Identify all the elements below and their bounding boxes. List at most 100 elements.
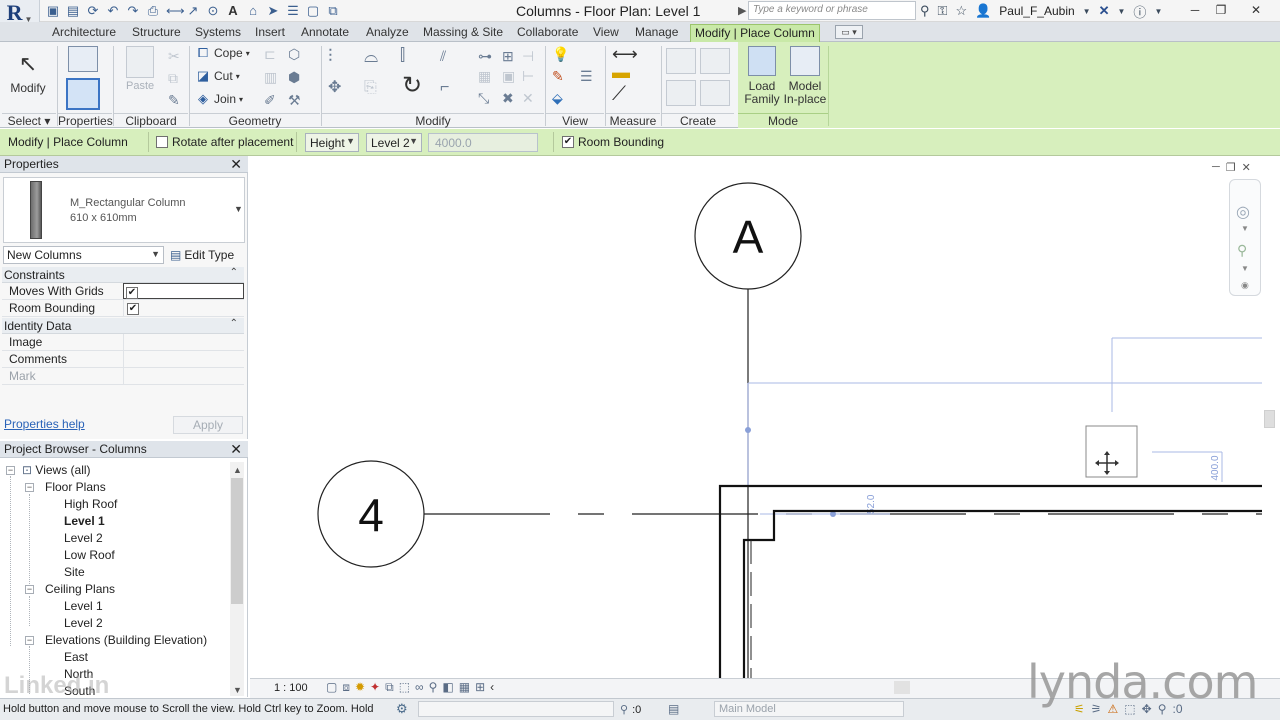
hide-icon[interactable]: 💡 [552,46,569,62]
group-identity-data[interactable]: Identity Data ⌃ [2,318,244,334]
close-icon[interactable]: ✕ [230,156,242,173]
horizontal-scroll-thumb[interactable] [894,681,910,694]
split-icon[interactable]: ⊶ [478,48,492,64]
prop-comments[interactable]: Comments [2,351,244,368]
offset-icon[interactable]: ⌓ [364,47,378,65]
expand-toggle[interactable]: − [6,466,15,475]
chevron-down-icon[interactable]: ▼ [1241,224,1249,233]
shadows-icon[interactable]: ✦ [370,680,380,695]
linework-icon[interactable]: ⬙ [552,90,563,106]
minimize-view-icon[interactable]: ─ [1212,161,1220,174]
tab-architecture[interactable]: Architecture [48,24,120,42]
tab-collaborate[interactable]: Collaborate [513,24,582,42]
properties-icon[interactable] [66,78,100,110]
tree-item-site[interactable]: Site [64,565,85,579]
scroll-down-icon[interactable]: ▼ [233,685,242,695]
delete-icon[interactable]: ✖ [502,90,514,106]
steering-wheel-icon[interactable]: ◎ [1236,202,1250,222]
measure-along-icon[interactable]: ⟋ [612,84,626,104]
tab-systems[interactable]: Systems [191,24,245,42]
close-hidden-icon[interactable]: ▢ [306,4,320,18]
mirror-axis-icon[interactable]: ⫽ [440,48,446,64]
print-icon[interactable]: ⎙ [146,4,160,18]
expand-toggle[interactable]: − [25,636,34,645]
panel-select[interactable]: Select ▾ [2,113,56,128]
drawing-canvas[interactable]: A 4 52.0 400.0 [250,156,1280,678]
lightbulb-icon[interactable]: ⚲ [429,680,438,695]
tree-item-ceiling-level-2[interactable]: Level 2 [64,616,103,630]
split-face-icon[interactable]: ⬡ [288,46,300,62]
worksets-icon[interactable]: ⚙ [396,701,408,717]
browser-scroll-thumb[interactable] [231,478,243,604]
temporary-hide-icon[interactable]: ∞ [415,680,424,695]
tag-icon[interactable]: ⊙ [206,4,220,18]
override-icon[interactable]: ✎ [552,68,564,84]
chevron-down-icon[interactable]: ▼ [234,204,243,214]
room-bounding-prop-checkbox[interactable]: ✔ [127,303,139,315]
trim-extend-icon[interactable]: ⌐ [440,80,449,96]
level-dropdown[interactable]: Level 2 ▼ [366,133,422,152]
rotate-after-placement-checkbox[interactable]: Rotate after placement [156,135,293,149]
group-constraints[interactable]: Constraints ⌃ [2,267,244,283]
crop-region-icon[interactable]: ⬚ [399,680,410,695]
thin-lines-icon[interactable]: ☰ [286,4,300,18]
section-icon[interactable]: ➤ [266,4,280,18]
height-value-field[interactable]: 4000.0 [428,133,538,152]
tree-item-low-roof[interactable]: Low Roof [64,548,115,562]
close-icon[interactable]: ✕ [230,441,242,458]
user-name[interactable]: Paul_F_Aubin [999,4,1074,18]
3d-view-icon[interactable]: ⌂ [246,4,260,18]
maximize-button[interactable]: ❐ [1206,0,1236,20]
zoom-icon[interactable]: ⚲ [1237,242,1247,259]
chevron-down-icon[interactable]: ▼ [1083,7,1091,16]
active-design-option[interactable]: Main Model [714,701,904,717]
constraints-icon[interactable]: ⊞ [475,680,485,695]
scroll-up-icon[interactable]: ▲ [233,465,242,475]
switch-windows-icon[interactable]: ⧉ [326,4,340,18]
expand-toggle[interactable]: − [25,483,34,492]
chevron-down-icon[interactable]: ▼ [1154,7,1162,16]
help-icon[interactable]: ⓘ [1133,2,1146,21]
exchange-icon[interactable]: ✕ [1099,3,1110,19]
tree-item-level-2[interactable]: Level 2 [64,531,103,545]
move-icon[interactable]: ✥ [328,80,341,96]
star-icon[interactable]: ☆ [955,3,967,19]
detail-level-icon[interactable]: ▢ [326,680,337,695]
crop-view-icon[interactable]: ⧉ [385,680,394,695]
design-options-icon[interactable]: ▤ [668,702,679,716]
demolish-icon[interactable]: ✐ [264,92,276,108]
tab-manage[interactable]: Manage [631,24,682,42]
chevron-left-icon[interactable]: ‹ [490,680,494,695]
redo-icon[interactable]: ↷ [126,4,140,18]
canvas-scroll-thumb[interactable] [1264,410,1275,428]
editing-requests[interactable]: ⚲:0 [620,703,641,717]
tab-analyze[interactable]: Analyze [362,24,413,42]
tab-insert[interactable]: Insert [251,24,289,42]
restore-view-icon[interactable]: ❐ [1226,161,1236,174]
scale-icon[interactable]: ⤡ [478,90,489,106]
rotate-icon[interactable]: ↻ [402,74,422,98]
view-scale[interactable]: 1 : 100 [274,682,308,694]
undo-icon[interactable]: ↶ [106,4,120,18]
reveal-hidden-icon[interactable]: ◧ [442,680,453,695]
thin-lines-view-icon[interactable]: ☰ [580,68,593,84]
load-family-button[interactable]: Load Family [742,46,782,106]
close-view-icon[interactable]: ✕ [1242,161,1251,174]
sync-icon[interactable]: ⟳ [86,4,100,18]
remove-paint-icon[interactable]: ⬢ [288,69,300,85]
close-button[interactable]: ✕ [1236,0,1276,20]
properties-help-link[interactable]: Properties help [4,417,85,431]
tab-massing-site[interactable]: Massing & Site [419,24,507,42]
tree-floor-plans[interactable]: Floor Plans [45,480,106,494]
dimension-tool-icon[interactable]: ▬ [612,63,630,81]
workset-field[interactable] [418,701,614,717]
model-inplace-button[interactable]: Model In-place [782,46,828,106]
measure-icon[interactable]: ⟷ [166,4,185,18]
subscription-icon[interactable]: ⚿ [938,3,948,19]
chevron-down-icon[interactable]: ▼ [1241,264,1249,273]
join-button[interactable]: ◈ Join ▾ [195,92,243,107]
measure-between-icon[interactable]: ⟷ [612,45,638,63]
tree-elevations[interactable]: Elevations (Building Elevation) [45,633,207,647]
prop-image[interactable]: Image [2,334,244,351]
cut-geometry-button[interactable]: ◪ Cut ▾ [195,69,240,84]
